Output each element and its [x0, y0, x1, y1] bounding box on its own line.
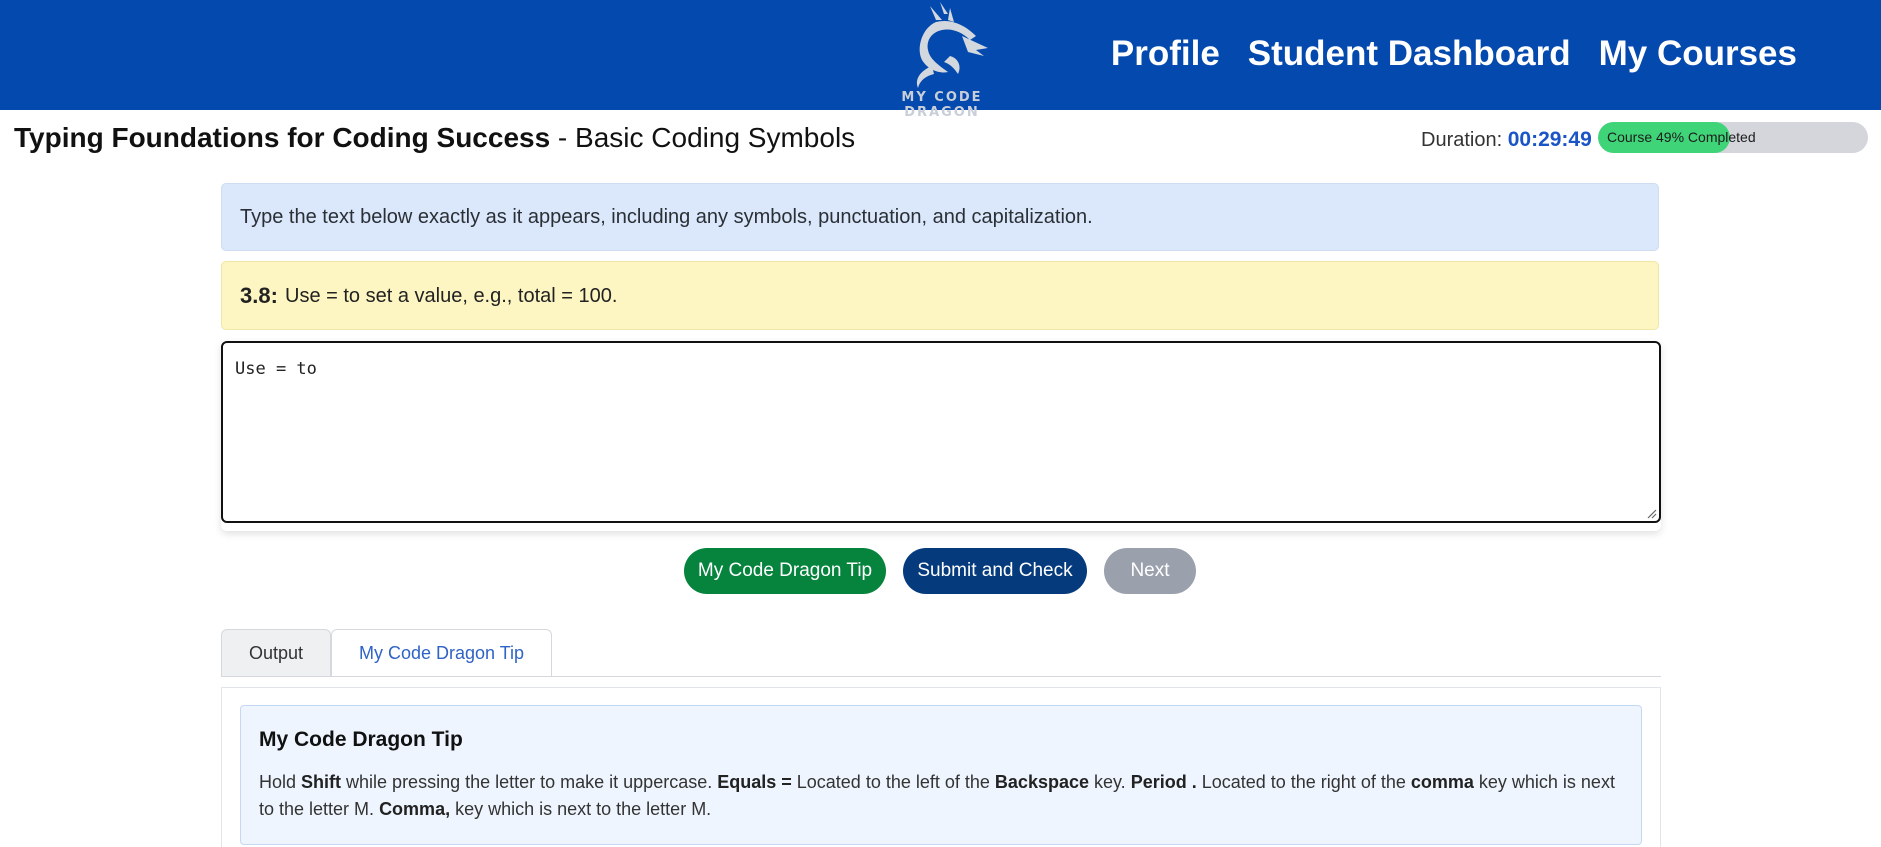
duration-label: Duration:	[1421, 129, 1503, 151]
exercise-number: 3.8:	[240, 283, 278, 308]
exercise-text: Use = to set a value, e.g., total = 100.	[285, 285, 618, 307]
course-progress-label: Course 49% Completed	[1607, 129, 1756, 145]
tip-title: My Code Dragon Tip	[259, 728, 463, 751]
title-separator: -	[550, 122, 576, 153]
dragon-icon	[916, 2, 988, 88]
tip-text-segment: Hold	[259, 772, 302, 792]
tip-key-term: comma	[1410, 772, 1474, 792]
logo[interactable]: MY CODE DRAGON	[866, 0, 1018, 120]
nav-student-dashboard-link[interactable]: Student Dashboard	[1248, 30, 1571, 78]
tip-body: Hold Shift while pressing the letter to …	[259, 769, 1624, 823]
exercise-prompt: 3.8: Use = to set a value, e.g., total =…	[221, 261, 1659, 330]
tip-text-segment: while pressing the letter to make it upp…	[341, 772, 718, 792]
duration-timer: 00:29:49	[1507, 128, 1592, 151]
tip-panel: My Code Dragon Tip Hold Shift while pres…	[240, 705, 1642, 845]
typing-area-wrapper: Use = to	[221, 341, 1661, 531]
nav-profile-link[interactable]: Profile	[1111, 30, 1220, 78]
course-title: Typing Foundations for Coding Success	[14, 122, 551, 153]
tip-text-segment: Located to the right of the	[1196, 772, 1411, 792]
main-nav: Profile Student Dashboard My Courses	[1111, 30, 1797, 78]
instructions-text: Type the text below exactly as it appear…	[240, 206, 1093, 228]
course-progress-bar: Course 49% Completed	[1598, 122, 1868, 153]
tip-key-term: Comma,	[379, 799, 451, 819]
submit-and-check-button[interactable]: Submit and Check	[903, 548, 1087, 594]
tip-text-segment: key which is next to the letter M.	[450, 799, 712, 819]
lesson-title: Basic Coding Symbols	[575, 122, 856, 153]
page-title: Typing Foundations for Coding Success - …	[14, 118, 855, 158]
duration-display: Duration: 00:29:49	[1421, 127, 1592, 153]
code-dragon-tip-button[interactable]: My Code Dragon Tip	[684, 548, 886, 594]
tip-key-term: Shift	[301, 772, 342, 792]
tip-text-segment: Located to the left of the	[791, 772, 995, 792]
tabs-divider	[221, 676, 1661, 677]
tip-key-term: Backspace	[994, 772, 1089, 792]
tip-key-term: Equals =	[717, 772, 792, 792]
tab-output[interactable]: Output	[221, 629, 331, 676]
top-navbar: MY CODE DRAGON Profile Student Dashboard…	[0, 0, 1881, 120]
instructions-box: Type the text below exactly as it appear…	[221, 183, 1659, 251]
resize-handle-icon[interactable]	[1647, 509, 1657, 519]
tab-code-dragon-tip[interactable]: My Code Dragon Tip	[331, 629, 552, 676]
typing-input[interactable]: Use = to	[221, 341, 1661, 523]
next-button[interactable]: Next	[1104, 548, 1196, 594]
logo-text: MY CODE DRAGON	[901, 90, 983, 120]
nav-my-courses-link[interactable]: My Courses	[1599, 30, 1797, 78]
tip-text-segment: key.	[1089, 772, 1131, 792]
tip-key-term: Period .	[1130, 772, 1197, 792]
